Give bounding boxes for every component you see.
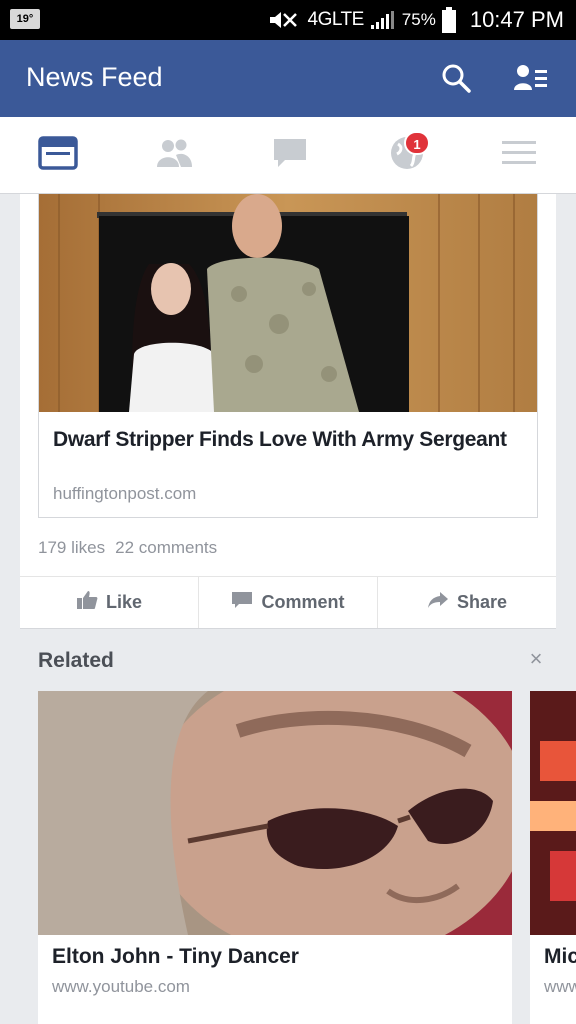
link-image[interactable] (39, 194, 537, 412)
thumbs-up-icon (76, 590, 98, 615)
comment-button[interactable]: Comment (199, 577, 378, 628)
status-icons: 4GLTE 75% 10:47 PM (268, 0, 576, 40)
tab-more[interactable] (497, 135, 541, 175)
tab-friends[interactable] (152, 135, 196, 175)
post-stats: 179 likes 22 comments (38, 538, 217, 558)
related-item[interactable]: Elton John - Tiny Dancer www.youtube.com (38, 691, 512, 1024)
link-preview[interactable]: Dwarf Stripper Finds Love With Army Serg… (38, 194, 538, 518)
tab-bar (0, 117, 576, 194)
likes-count[interactable]: 179 likes (38, 538, 105, 558)
signal-icon (370, 10, 396, 30)
related-title: Related (38, 649, 114, 672)
link-domain: huffingtonpost.com (53, 484, 197, 503)
newsfeed-icon (38, 135, 78, 175)
battery-percent: 75% (401, 10, 436, 29)
app-bar: News Feed (0, 40, 576, 117)
network-label: 4GLTE (307, 9, 365, 30)
tab-messages[interactable] (268, 135, 312, 175)
share-arrow-icon (427, 590, 449, 615)
notification-badge: 1 (404, 131, 430, 155)
weather-badge: 19° (10, 9, 40, 29)
related-item-title[interactable]: Mic (544, 945, 576, 969)
friends-icon (154, 137, 194, 174)
clock: 10:47 PM (469, 7, 564, 32)
related-section: Related × Elton John - Tiny Dancer www.y… (20, 628, 576, 1024)
related-item-domain: www (544, 977, 576, 996)
like-button[interactable]: Like (20, 577, 199, 628)
feed-post: Dwarf Stripper Finds Love With Army Serg… (20, 194, 556, 628)
menu-icon (500, 137, 538, 174)
battery-icon (441, 7, 456, 33)
messages-icon (271, 136, 309, 175)
page-title: News Feed (26, 62, 163, 92)
post-actions: Like Comment Share (20, 576, 556, 628)
search-icon[interactable] (440, 62, 472, 94)
like-label: Like (105, 592, 143, 612)
related-item[interactable]: Mic www (530, 691, 576, 1024)
comments-count[interactable]: 22 comments (115, 538, 217, 558)
related-item-title[interactable]: Elton John - Tiny Dancer (52, 945, 299, 969)
related-item-image[interactable] (38, 691, 512, 935)
status-bar: 19° 4GLTE 75% 10:47 PM (0, 0, 576, 40)
friend-requests-icon[interactable] (513, 62, 549, 94)
related-item-domain: www.youtube.com (52, 977, 190, 996)
close-icon[interactable]: × (526, 648, 546, 670)
comment-icon (231, 590, 253, 615)
comment-label: Comment (261, 592, 345, 612)
share-button[interactable]: Share (378, 577, 556, 628)
mute-icon (268, 10, 302, 30)
share-label: Share (456, 592, 508, 612)
link-title[interactable]: Dwarf Stripper Finds Love With Army Serg… (53, 426, 513, 454)
tab-news-feed[interactable] (36, 135, 80, 175)
related-item-image[interactable] (530, 691, 576, 935)
